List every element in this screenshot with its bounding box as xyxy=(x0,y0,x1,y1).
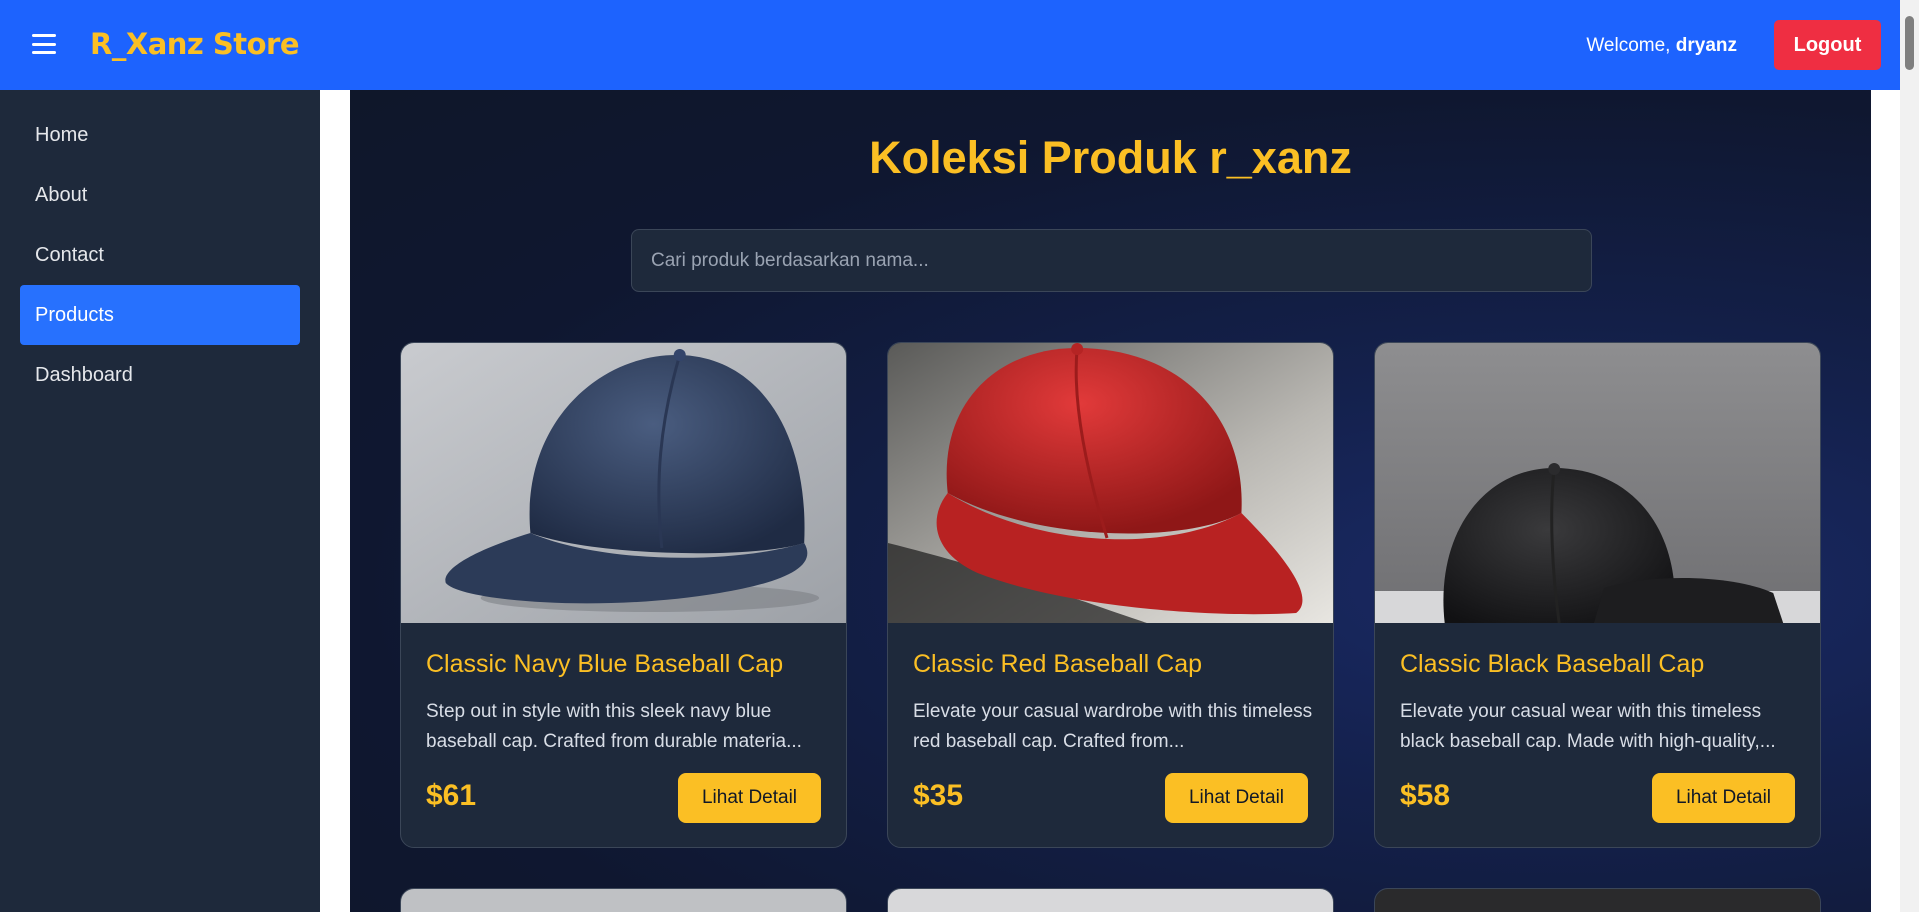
red-cap-icon xyxy=(888,343,1333,623)
product-price: $61 xyxy=(426,779,477,812)
scrollbar-thumb[interactable] xyxy=(1905,16,1914,70)
search-input[interactable] xyxy=(631,229,1592,292)
product-name[interactable]: Classic Black Baseball Cap xyxy=(1400,650,1704,679)
page-title: Koleksi Produk r_xanz xyxy=(869,132,1352,183)
black-cap-icon xyxy=(1375,343,1820,623)
product-card-partial xyxy=(400,888,847,912)
brand-logo[interactable]: R_Xanz Store xyxy=(90,27,300,61)
product-description: Elevate your casual wardrobe with this t… xyxy=(913,701,1313,752)
sidebar-item-home[interactable]: Home xyxy=(20,105,300,165)
sidebar-item-products[interactable]: Products xyxy=(20,285,300,345)
product-name[interactable]: Classic Red Baseball Cap xyxy=(913,650,1202,679)
product-price: $35 xyxy=(913,779,964,812)
product-section: Koleksi Produk r_xanz Classic Navy Blue … xyxy=(350,90,1871,912)
sidebar-item-about[interactable]: About xyxy=(20,165,300,225)
sidebar-item-dashboard[interactable]: Dashboard xyxy=(20,345,300,405)
sidebar: Home About Contact Products Dashboard xyxy=(0,90,320,912)
top-navbar: R_Xanz Store Welcome, dryanz Logout xyxy=(0,0,1900,90)
product-card: Classic Navy Blue Baseball Cap Step out … xyxy=(400,342,847,848)
welcome-prefix: Welcome, xyxy=(1586,35,1676,56)
product-description: Step out in style with this sleek navy b… xyxy=(426,701,802,752)
view-detail-button[interactable]: Lihat Detail xyxy=(1652,773,1795,823)
hamburger-menu-icon[interactable] xyxy=(32,34,56,54)
sidebar-item-contact[interactable]: Contact xyxy=(20,225,300,285)
product-card-partial xyxy=(887,888,1334,912)
product-price: $58 xyxy=(1400,779,1451,812)
username: dryanz xyxy=(1675,35,1737,56)
product-card: Classic Black Baseball Cap Elevate your … xyxy=(1374,342,1821,848)
logout-button[interactable]: Logout xyxy=(1774,20,1881,70)
product-description: Elevate your casual wear with this timel… xyxy=(1400,701,1776,752)
navy-cap-icon xyxy=(401,343,846,623)
welcome-text: Welcome, dryanz xyxy=(1586,35,1737,57)
product-name[interactable]: Classic Navy Blue Baseball Cap xyxy=(426,650,783,679)
product-card: Classic Red Baseball Cap Elevate your ca… xyxy=(887,342,1334,848)
view-detail-button[interactable]: Lihat Detail xyxy=(1165,773,1308,823)
page-scrollbar[interactable] xyxy=(1900,0,1919,912)
product-card-partial xyxy=(1374,888,1821,912)
view-detail-button[interactable]: Lihat Detail xyxy=(678,773,821,823)
